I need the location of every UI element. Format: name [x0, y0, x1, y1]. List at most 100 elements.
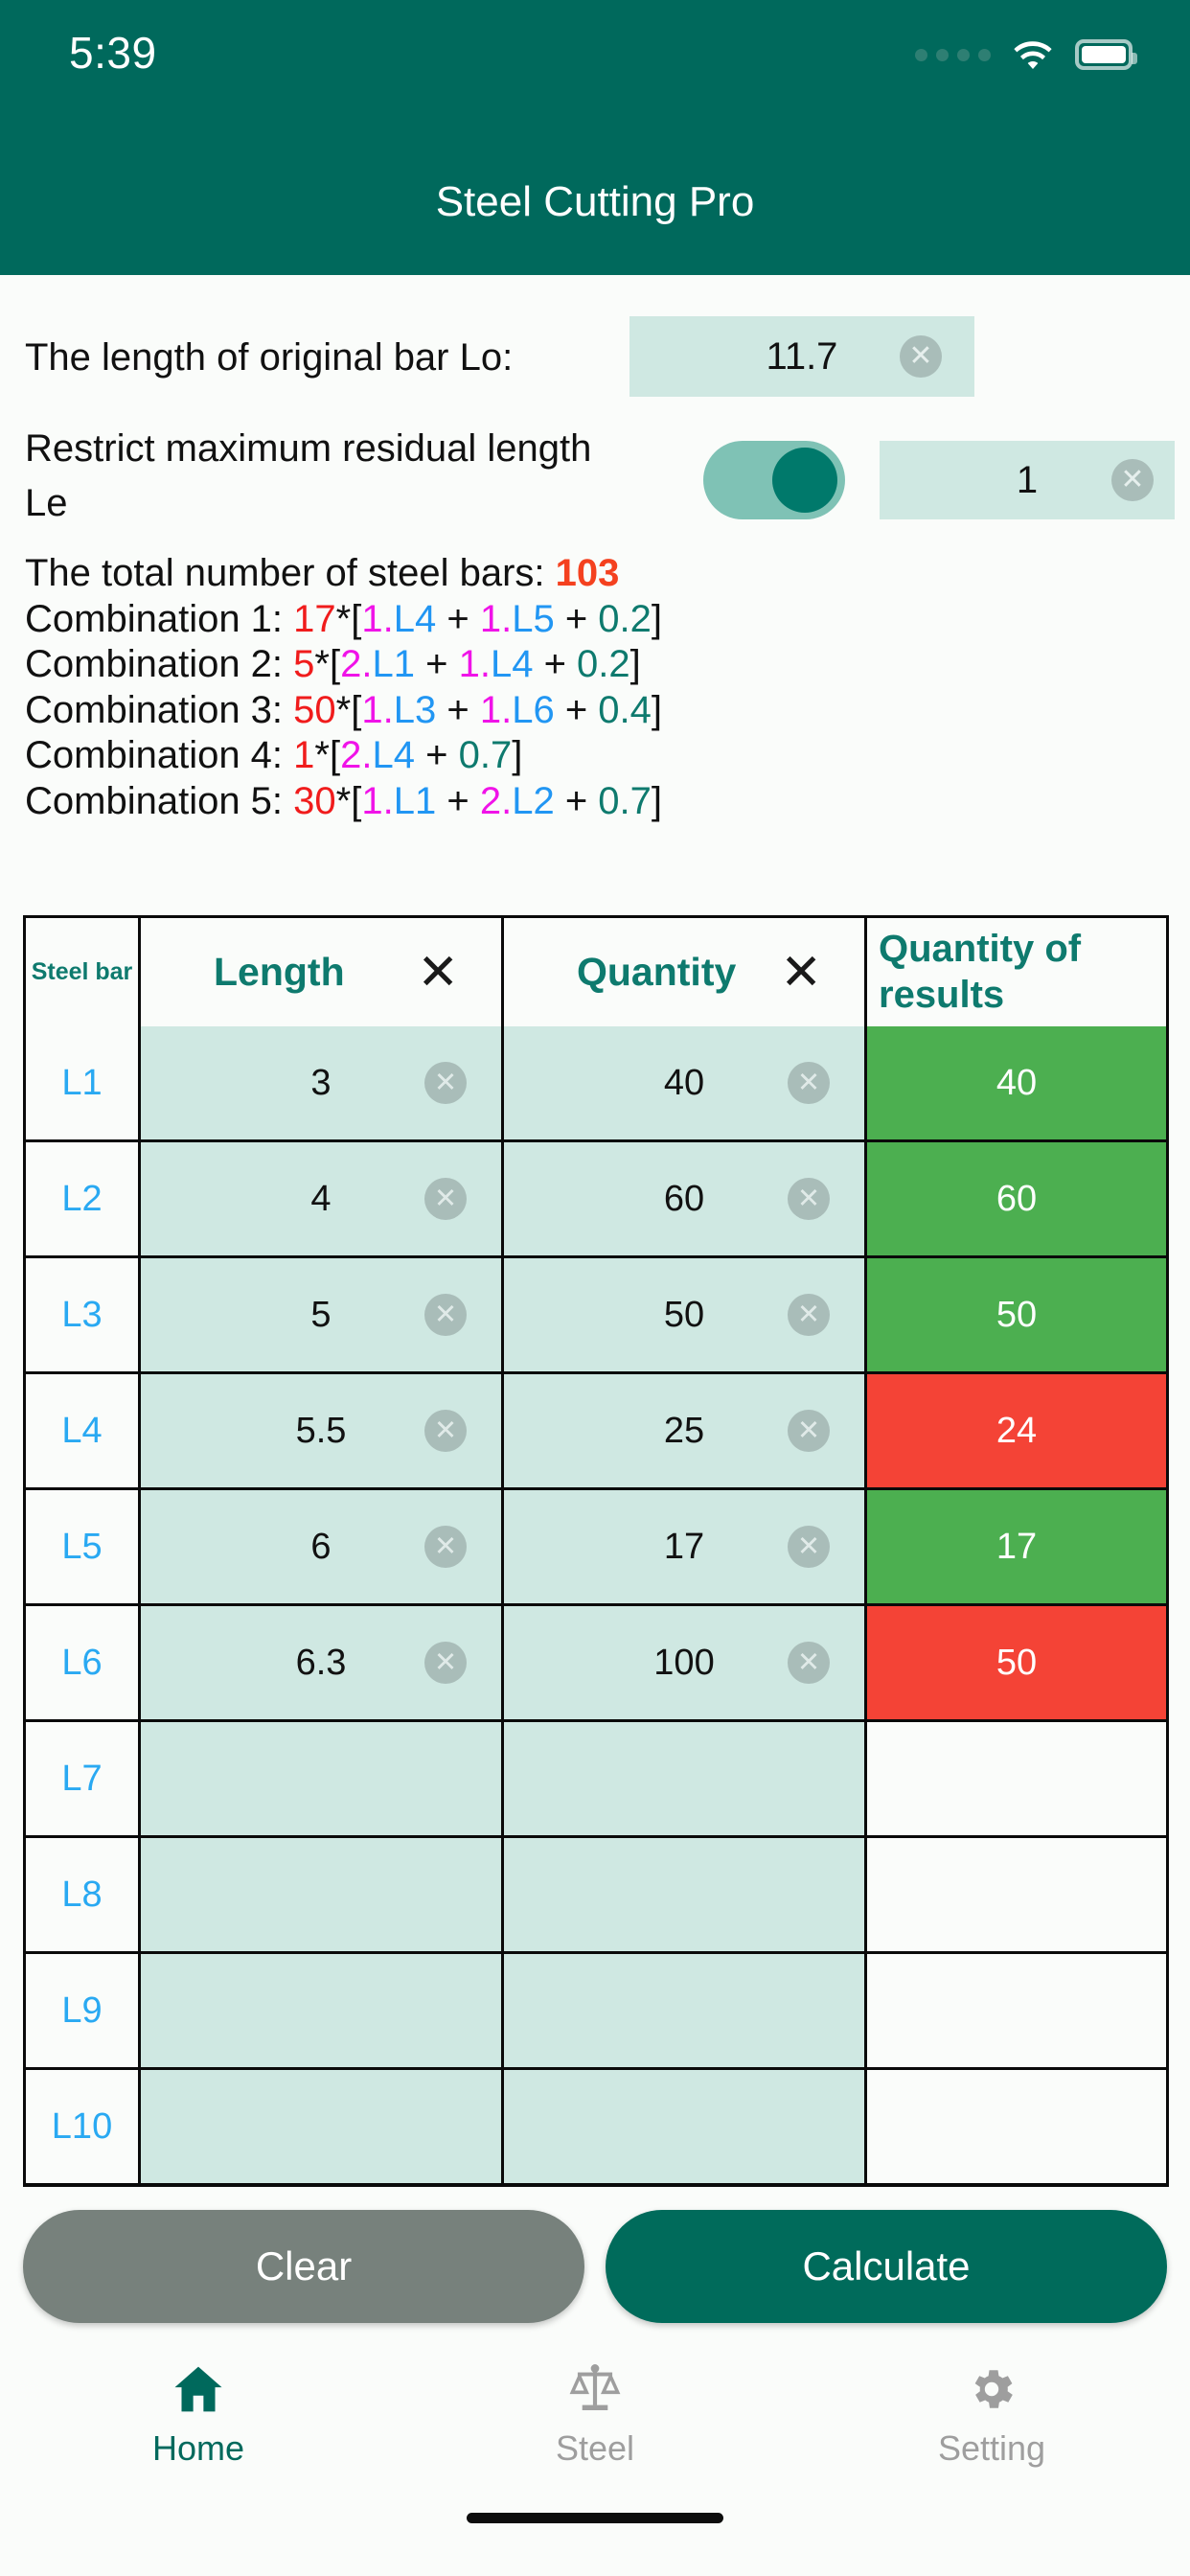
row-length-input[interactable]	[138, 2070, 501, 2183]
row-bar-label: L2	[26, 1142, 138, 1255]
app-screen: 5:39 Steel Cutting Pro The length of ori…	[0, 0, 1190, 2576]
status-bar: 5:39	[0, 0, 1190, 101]
row-length-value: 5	[310, 1294, 332, 1335]
calculate-button[interactable]: Calculate	[606, 2210, 1167, 2323]
combination-label: Combination 5:	[25, 779, 294, 822]
row-result-value: 40	[864, 1026, 1166, 1139]
scale-icon	[568, 2361, 622, 2417]
row-quantity-value: 50	[663, 1294, 705, 1335]
row-length-value: 3	[310, 1062, 332, 1103]
clear-circle-icon[interactable]: ✕	[424, 1526, 467, 1568]
row-length-input[interactable]: 5 ✕	[138, 1258, 501, 1371]
row-length-value: 5.5	[295, 1410, 347, 1451]
clear-circle-icon[interactable]: ✕	[788, 1178, 830, 1220]
clear-circle-icon[interactable]: ✕	[788, 1062, 830, 1104]
combination-open-bracket: [	[329, 734, 341, 777]
row-result-value	[864, 1722, 1166, 1835]
row-quantity-value: 100	[653, 1642, 715, 1683]
table-row: L2 4 ✕ 60 ✕ 60	[26, 1139, 1166, 1255]
header-length-label: Length	[214, 950, 345, 994]
row-result-value: 60	[864, 1142, 1166, 1255]
restrict-residual-label: Restrict maximum residual length Le	[25, 427, 592, 524]
combination-coefficient: 1	[479, 688, 502, 731]
combination-line: Combination 2: 5*[2.L1 + 1.L4 + 0.2]	[25, 642, 1165, 688]
row-quantity-input[interactable]	[501, 1838, 864, 1951]
row-quantity-input[interactable]	[501, 1954, 864, 2067]
clear-circle-icon[interactable]: ✕	[788, 1642, 830, 1684]
combination-star: *	[314, 643, 330, 686]
status-bar-indicators	[915, 38, 1137, 71]
combination-dot: .	[501, 597, 513, 640]
combination-plus: +	[414, 643, 459, 686]
table-row: L10	[26, 2067, 1166, 2183]
combination-plus: +	[414, 734, 459, 777]
combination-count: 30	[293, 779, 336, 822]
row-length-value: 4	[310, 1178, 332, 1219]
original-bar-length-label: The length of original bar Lo:	[25, 335, 514, 379]
combination-coefficient: 1	[361, 688, 383, 731]
combination-count: 5	[293, 643, 315, 686]
header-quantity-label: Quantity	[577, 950, 737, 994]
clear-circle-icon[interactable]: ✕	[788, 1294, 830, 1336]
original-bar-length-input[interactable]: 11.7 ✕	[629, 316, 974, 397]
clear-circle-icon[interactable]: ✕	[424, 1410, 467, 1452]
row-length-input[interactable]: 3 ✕	[138, 1026, 501, 1139]
combination-dot: .	[382, 597, 394, 640]
header-quantity: Quantity ✕	[501, 918, 864, 1026]
nav-item-steel[interactable]: Steel	[397, 2340, 793, 2518]
signal-dots-icon	[915, 48, 991, 61]
row-length-input[interactable]: 5.5 ✕	[138, 1374, 501, 1487]
clear-circle-icon[interactable]: ✕	[900, 335, 942, 378]
combination-count: 1	[293, 734, 315, 777]
total-bars-line: The total number of steel bars: 103	[25, 551, 1165, 597]
combination-coefficient: 1	[479, 597, 502, 640]
nav-item-home-label: Home	[151, 2428, 245, 2468]
clear-circle-icon[interactable]: ✕	[788, 1526, 830, 1568]
row-bar-label: L4	[26, 1374, 138, 1487]
nav-item-setting[interactable]: Setting	[793, 2340, 1190, 2518]
row-length-input[interactable]: 6 ✕	[138, 1490, 501, 1603]
restrict-residual-toggle[interactable]	[703, 441, 845, 519]
home-indicator	[467, 2513, 723, 2523]
clear-button[interactable]: Clear	[23, 2210, 584, 2323]
row-quantity-input[interactable]	[501, 1722, 864, 1835]
row-length-input[interactable]	[138, 1722, 501, 1835]
row-quantity-value: 40	[663, 1062, 705, 1103]
row-quantity-input[interactable]: 25 ✕	[501, 1374, 864, 1487]
row-quantity-input[interactable]: 40 ✕	[501, 1026, 864, 1139]
clear-circle-icon[interactable]: ✕	[424, 1294, 467, 1336]
row-length-input[interactable]: 6.3 ✕	[138, 1606, 501, 1719]
combination-plus: +	[554, 597, 599, 640]
row-length-input[interactable]	[138, 1838, 501, 1951]
residual-length-value: 1	[1016, 458, 1039, 501]
row-quantity-input[interactable]: 100 ✕	[501, 1606, 864, 1719]
clear-circle-icon[interactable]: ✕	[424, 1642, 467, 1684]
row-quantity-input[interactable]: 17 ✕	[501, 1490, 864, 1603]
residual-length-input[interactable]: 1 ✕	[880, 441, 1175, 519]
combination-open-bracket: [	[329, 643, 341, 686]
clear-circle-icon[interactable]: ✕	[424, 1178, 467, 1220]
combination-dot: .	[361, 643, 373, 686]
combination-count: 50	[293, 688, 336, 731]
row-quantity-value: 60	[663, 1178, 705, 1219]
row-quantity-input[interactable]: 50 ✕	[501, 1258, 864, 1371]
row-length-input[interactable]	[138, 1954, 501, 2067]
x-clear-column-icon[interactable]: ✕	[780, 948, 822, 998]
clear-circle-icon[interactable]: ✕	[788, 1410, 830, 1452]
gear-icon	[966, 2361, 1018, 2417]
combination-residual: 0.7	[598, 779, 652, 822]
combination-bar-label: L3	[393, 688, 437, 731]
combination-list: Combination 1: 17*[1.L4 + 1.L5 + 0.2] Com…	[25, 597, 1165, 825]
row-result-value: 24	[864, 1374, 1166, 1487]
row-bar-label: L9	[26, 1954, 138, 2067]
nav-item-setting-label: Setting	[937, 2428, 1046, 2468]
row-quantity-input[interactable]: 60 ✕	[501, 1142, 864, 1255]
clear-circle-icon[interactable]: ✕	[424, 1062, 467, 1104]
nav-item-home[interactable]: Home	[0, 2340, 397, 2518]
row-length-input[interactable]: 4 ✕	[138, 1142, 501, 1255]
row-quantity-input[interactable]	[501, 2070, 864, 2183]
x-clear-column-icon[interactable]: ✕	[417, 948, 459, 998]
table-row: L1 3 ✕ 40 ✕ 40	[26, 1026, 1166, 1139]
clear-circle-icon[interactable]: ✕	[1111, 459, 1154, 501]
combination-plus: +	[554, 688, 599, 731]
